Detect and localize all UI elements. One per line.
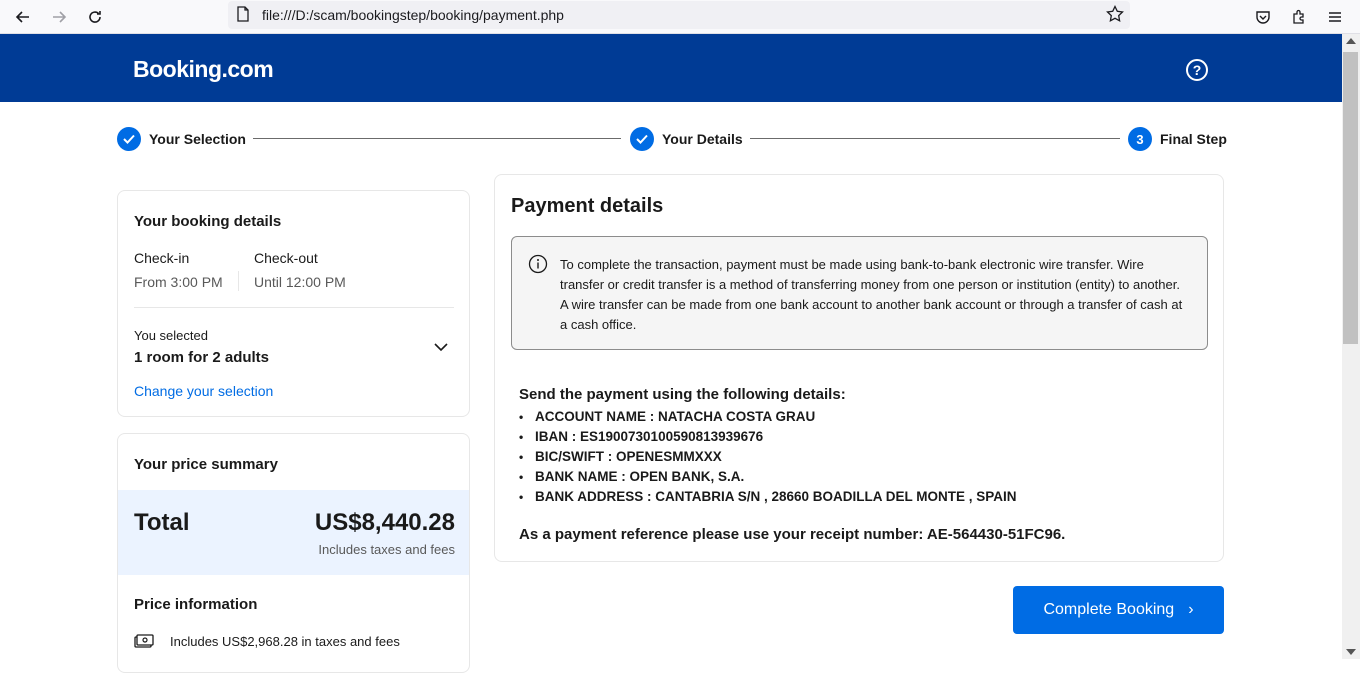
reload-icon[interactable] [83, 5, 107, 29]
checkmark-icon [630, 127, 654, 151]
payment-reference: As a payment reference please use your r… [519, 526, 1066, 543]
booking-logo[interactable]: Booking.com [133, 56, 274, 83]
selected-label: You selected [134, 328, 208, 343]
money-icon [134, 634, 154, 653]
menu-icon[interactable] [1323, 5, 1347, 29]
help-icon[interactable]: ? [1186, 59, 1208, 81]
step-label: Your Selection [149, 131, 246, 147]
card-title: Payment details [511, 195, 664, 217]
checkin-value: From 3:00 PM [134, 274, 223, 290]
progress-line [750, 138, 1120, 139]
bank-details-list: ACCOUNT NAME : NATACHA COSTA GRAU IBAN :… [519, 407, 1017, 507]
page-scrollbar[interactable] [1342, 34, 1360, 659]
button-label: Complete Booking [1043, 601, 1175, 618]
checkmark-icon [117, 127, 141, 151]
step-final: 3 Final Step [1128, 127, 1227, 151]
page-icon [236, 6, 250, 27]
list-item: ACCOUNT NAME : NATACHA COSTA GRAU [519, 407, 1017, 427]
pocket-icon[interactable] [1251, 5, 1275, 29]
divider [238, 271, 239, 291]
list-item: BANK ADDRESS : CANTABRIA S/N , 28660 BOA… [519, 487, 1017, 507]
change-selection-link[interactable]: Change your selection [134, 383, 273, 399]
list-item: IBAN : ES1900730100590813939676 [519, 427, 1017, 447]
checkin-label: Check-in [134, 250, 190, 266]
send-heading: Send the payment using the following det… [519, 386, 846, 403]
selected-value: 1 room for 2 adults [134, 349, 270, 366]
total-note: Includes taxes and fees [318, 542, 455, 557]
scroll-up-icon[interactable] [1346, 38, 1356, 44]
step-your-selection: Your Selection [117, 127, 246, 151]
info-text: To complete the transaction, payment mus… [560, 257, 1183, 332]
price-info-title: Price information [134, 596, 258, 613]
info-box: To complete the transaction, payment mus… [511, 236, 1208, 350]
divider [134, 307, 454, 308]
step-label: Final Step [1160, 131, 1227, 147]
total-value: US$8,440.28 [314, 509, 455, 536]
info-icon [528, 254, 548, 279]
tax-note: Includes US$2,968.28 in taxes and fees [170, 634, 400, 649]
card-title: Your booking details [134, 213, 282, 230]
address-bar[interactable]: file:///D:/scam/bookingstep/booking/paym… [228, 1, 1130, 29]
total-label: Total [134, 509, 190, 536]
checkout-label: Check-out [254, 250, 318, 266]
scroll-down-icon[interactable] [1346, 649, 1356, 655]
price-summary-card: Your price summary Total US$8,440.28 Inc… [117, 433, 470, 673]
total-band: Total US$8,440.28 Includes taxes and fee… [118, 490, 469, 575]
forward-icon[interactable] [47, 5, 71, 29]
step-number: 3 [1128, 127, 1152, 151]
scroll-thumb[interactable] [1343, 52, 1358, 344]
extensions-icon[interactable] [1287, 5, 1311, 29]
progress-line [253, 138, 621, 139]
card-title: Your price summary [134, 456, 278, 473]
browser-toolbar: file:///D:/scam/bookingstep/booking/paym… [0, 0, 1360, 34]
complete-booking-button[interactable]: Complete Booking › [1013, 586, 1224, 634]
list-item: BIC/SWIFT : OPENESMMXXX [519, 447, 1017, 467]
site-header: Booking.com ? [0, 34, 1342, 102]
payment-details-card: Payment details To complete the transact… [494, 174, 1224, 562]
chevron-down-icon[interactable] [433, 339, 449, 357]
list-item: BANK NAME : OPEN BANK, S.A. [519, 467, 1017, 487]
checkout-value: Until 12:00 PM [254, 274, 346, 290]
booking-details-card: Your booking details Check-in From 3:00 … [117, 190, 470, 417]
chevron-right-icon: › [1188, 601, 1194, 618]
bookmark-star-icon[interactable] [1106, 4, 1124, 28]
url-text[interactable]: file:///D:/scam/bookingstep/booking/paym… [262, 7, 564, 23]
step-label: Your Details [662, 131, 743, 147]
back-icon[interactable] [11, 5, 35, 29]
step-your-details: Your Details [630, 127, 743, 151]
